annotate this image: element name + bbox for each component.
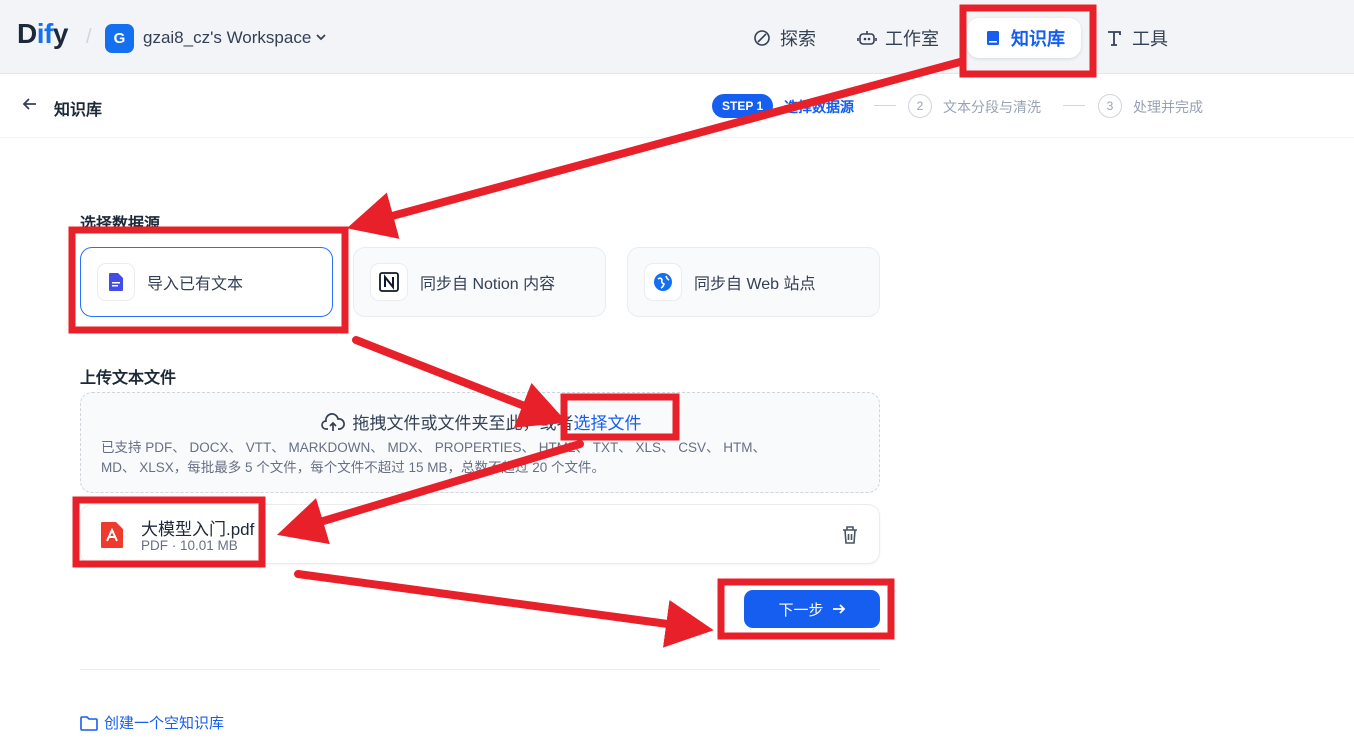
cloud-upload-icon [320, 413, 345, 438]
book-icon [983, 28, 1003, 48]
page-title: 知识库 [54, 102, 103, 119]
trash-icon[interactable] [841, 525, 859, 545]
globe-icon [644, 263, 682, 301]
logo-text-end: y [52, 18, 69, 49]
arrow-right-icon [832, 602, 846, 616]
chevron-down-icon [315, 31, 327, 46]
step2-number: 2 [908, 94, 932, 118]
nav-label: 探索 [780, 29, 816, 49]
nav-explore[interactable]: 探索 [752, 18, 816, 58]
supported-formats: 已支持 PDF、 DOCX、 VTT、 MARKDOWN、 MDX、 PROPE… [101, 438, 861, 478]
nav-knowledge[interactable]: 知识库 [967, 18, 1081, 58]
step3-number: 3 [1098, 94, 1122, 118]
separator: / [86, 26, 92, 48]
file-meta: PDF · 10.01 MB [141, 538, 238, 553]
file-name: 大模型入门.pdf [141, 520, 255, 539]
notion-icon [370, 263, 408, 301]
dify-logo[interactable]: Dify [17, 18, 68, 50]
upload-title: 上传文本文件 [80, 370, 177, 387]
nav-studio[interactable]: 工作室 [857, 18, 939, 58]
folder-icon [80, 715, 98, 731]
datasource-label: 同步自 Web 站点 [694, 276, 816, 293]
pdf-file-icon [99, 521, 125, 549]
dropzone-label: 拖拽文件或文件夹至此，或者 [352, 414, 574, 433]
supported-formats-line1: 已支持 PDF、 DOCX、 VTT、 MARKDOWN、 MDX、 PROPE… [101, 440, 767, 455]
logo-text: D [17, 18, 37, 49]
create-empty-label: 创建一个空知识库 [104, 715, 225, 732]
workspace-name: gzai8_cz's Workspace [143, 28, 312, 47]
divider [80, 669, 880, 670]
datasource-label: 导入已有文本 [147, 276, 244, 293]
logo-text-accent: if [36, 18, 54, 49]
tool-icon [1104, 28, 1124, 48]
supported-formats-line2: MD、 XLSX，每批最多 5 个文件，每个文件不超过 15 MB，总数不超过 … [101, 460, 606, 475]
nav-label: 工具 [1132, 29, 1168, 49]
back-arrow-icon[interactable] [22, 96, 38, 117]
workspace-switcher[interactable]: G gzai8_cz's Workspace [105, 23, 327, 53]
robot-icon [857, 28, 877, 48]
step-connector [1063, 105, 1085, 106]
document-icon [97, 263, 135, 301]
select-file-link[interactable]: 选择文件 [574, 414, 642, 433]
file-dropzone[interactable]: 拖拽文件或文件夹至此，或者选择文件 已支持 PDF、 DOCX、 VTT、 MA… [80, 392, 880, 493]
datasource-notion[interactable]: 同步自 Notion 内容 [353, 247, 606, 317]
nav-label: 工作室 [885, 29, 939, 49]
top-navbar: Dify / G gzai8_cz's Workspace 探索 工作室 知识库… [0, 0, 1354, 74]
create-empty-knowledge-link[interactable]: 创建一个空知识库 [80, 712, 224, 733]
dropzone-text: 拖拽文件或文件夹至此，或者选择文件 [81, 409, 881, 438]
nav-tools[interactable]: 工具 [1104, 18, 1168, 58]
step1-label: 选择数据源 [784, 99, 854, 115]
datasource-label: 同步自 Notion 内容 [420, 276, 556, 293]
nav-label: 知识库 [1011, 29, 1065, 49]
datasource-import-text[interactable]: 导入已有文本 [80, 247, 333, 317]
annotation-arrow-4 [294, 570, 714, 648]
compass-icon [752, 28, 772, 48]
next-step-label: 下一步 [778, 601, 824, 619]
uploaded-file-item[interactable]: 大模型入门.pdf PDF · 10.01 MB [80, 504, 880, 564]
next-step-button[interactable]: 下一步 [744, 590, 880, 628]
workspace-avatar: G [105, 23, 134, 53]
datasource-title: 选择数据源 [80, 216, 161, 233]
step1-badge: STEP 1 [712, 94, 774, 118]
step2-label: 文本分段与清洗 [943, 99, 1041, 115]
sub-header: 知识库 STEP 1 选择数据源 2 文本分段与清洗 3 处理并完成 [0, 74, 1354, 138]
step-connector [874, 105, 896, 106]
datasource-web[interactable]: 同步自 Web 站点 [627, 247, 880, 317]
step3-label: 处理并完成 [1133, 99, 1203, 115]
